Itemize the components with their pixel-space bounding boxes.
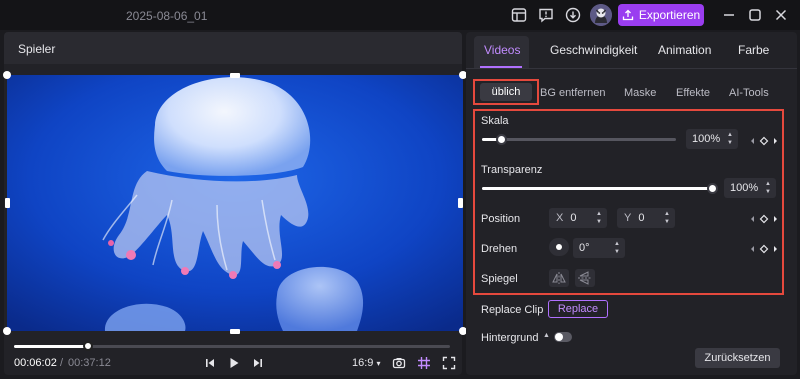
transparency-slider[interactable]: [482, 183, 718, 194]
maximize-icon[interactable]: [747, 7, 763, 23]
scale-slider-knob[interactable]: [496, 134, 507, 145]
main-tabs: Videos Geschwindigkeit Animation Farbe: [466, 32, 797, 69]
tabs-divider: [466, 68, 797, 69]
tab-videos[interactable]: Videos: [484, 43, 520, 57]
stepper-icon[interactable]: ▲ ▼: [764, 180, 772, 196]
subtab-bg-entfernen[interactable]: BG entfernen: [540, 87, 605, 99]
grid-icon[interactable]: [417, 356, 431, 370]
position-x-value: 0: [570, 212, 577, 224]
player-panel: Spieler 00:06:02 / 00:37:12 16:9 ▾: [3, 32, 467, 375]
stepper-icon[interactable]: ▲ ▼: [663, 210, 671, 226]
stepper-icon[interactable]: ▲ ▼: [726, 131, 734, 147]
transparency-input[interactable]: 100% ▲ ▼: [724, 178, 776, 198]
jellyfish-image: [7, 75, 463, 331]
tab-geschwindigkeit[interactable]: Geschwindigkeit: [550, 43, 637, 57]
close-icon[interactable]: [773, 7, 789, 23]
avatar[interactable]: [590, 4, 612, 26]
video-preview[interactable]: [7, 75, 463, 331]
position-x-input[interactable]: X 0 ▲ ▼: [549, 208, 607, 228]
properties-panel: Videos Geschwindigkeit Animation Farbe ü…: [466, 32, 797, 375]
subtab-effekte[interactable]: Effekte: [676, 87, 710, 99]
scale-value: 100%: [692, 133, 721, 145]
title-bar: 2025-08-06_01 Exportieren: [0, 0, 800, 30]
stepper-icon[interactable]: ▲ ▼: [613, 240, 621, 256]
stepper-icon[interactable]: ▲ ▼: [595, 210, 603, 226]
export-button[interactable]: Exportieren: [618, 4, 704, 26]
rotate-value: 0°: [579, 242, 590, 254]
replace-button[interactable]: Replace: [548, 300, 608, 318]
playback-progress[interactable]: [14, 341, 450, 351]
window-title: 2025-08-06_01: [126, 9, 208, 23]
previous-frame-icon[interactable]: [203, 356, 217, 370]
export-label: Exportieren: [638, 8, 701, 22]
fullscreen-icon[interactable]: [442, 356, 456, 370]
scale-input[interactable]: 100% ▲ ▼: [686, 129, 738, 149]
resize-handle[interactable]: [3, 327, 11, 335]
feedback-icon[interactable]: [537, 6, 555, 24]
snapshot-icon[interactable]: [392, 356, 406, 370]
aspect-ratio-select[interactable]: 16:9 ▾: [352, 357, 381, 369]
resize-handle[interactable]: [3, 71, 11, 79]
y-axis-label: Y: [624, 212, 632, 224]
background-toggle[interactable]: [554, 332, 572, 342]
player-title: Spieler: [18, 42, 56, 56]
resize-handle[interactable]: [230, 329, 240, 334]
resize-handle[interactable]: [5, 198, 10, 208]
flip-vertical-icon[interactable]: [575, 269, 595, 287]
resize-handle[interactable]: [230, 73, 240, 78]
position-label: Position: [481, 213, 521, 225]
keyframe-icon[interactable]: [750, 243, 778, 254]
next-frame-icon[interactable]: [251, 356, 265, 370]
chevron-down-icon: ▾: [376, 359, 381, 368]
background-label: Hintergrund: [481, 332, 539, 344]
transparency-value: 100%: [730, 182, 759, 194]
minimize-icon[interactable]: [721, 7, 737, 23]
download-icon[interactable]: [564, 6, 582, 24]
keyframe-icon[interactable]: [750, 135, 778, 146]
subtab-maske[interactable]: Maske: [624, 87, 656, 99]
upload-icon: [622, 9, 633, 21]
rotate-input[interactable]: 0° ▲ ▼: [573, 238, 625, 258]
flip-horizontal-icon[interactable]: [549, 269, 569, 287]
resize-handle[interactable]: [458, 198, 463, 208]
total-time: 00:37:12: [68, 357, 111, 369]
transparency-label: Transparenz: [481, 164, 543, 176]
player-header: Spieler: [4, 32, 462, 64]
mirror-label: Spiegel: [481, 273, 518, 285]
subtab-ueblich[interactable]: üblich: [480, 83, 532, 101]
time-separator: /: [60, 357, 64, 369]
current-time: 00:06:02: [14, 357, 57, 369]
progress-knob[interactable]: [83, 341, 93, 351]
transparency-slider-knob[interactable]: [707, 183, 718, 194]
rotate-dial[interactable]: [549, 238, 569, 256]
tab-animation[interactable]: Animation: [658, 43, 711, 57]
position-y-input[interactable]: Y 0 ▲ ▼: [617, 208, 675, 228]
subtab-ai-tools[interactable]: AI-Tools: [729, 87, 769, 99]
reset-button[interactable]: Zurücksetzen: [695, 348, 780, 368]
scale-slider[interactable]: [482, 134, 676, 145]
tab-farbe[interactable]: Farbe: [738, 43, 769, 57]
replace-clip-label: Replace Clip: [481, 304, 544, 316]
transparency-slider-fill: [482, 187, 712, 190]
aspect-ratio-value: 16:9: [352, 357, 374, 369]
progress-fill: [14, 345, 88, 348]
rotate-label: Drehen: [481, 243, 518, 255]
x-axis-label: X: [556, 212, 564, 224]
play-icon[interactable]: [227, 356, 241, 370]
position-y-value: 0: [638, 212, 645, 224]
layout-icon[interactable]: [510, 6, 528, 24]
chevron-up-icon[interactable]: ▲: [543, 332, 550, 339]
keyframe-icon[interactable]: [750, 213, 778, 224]
scale-label: Skala: [481, 115, 509, 127]
